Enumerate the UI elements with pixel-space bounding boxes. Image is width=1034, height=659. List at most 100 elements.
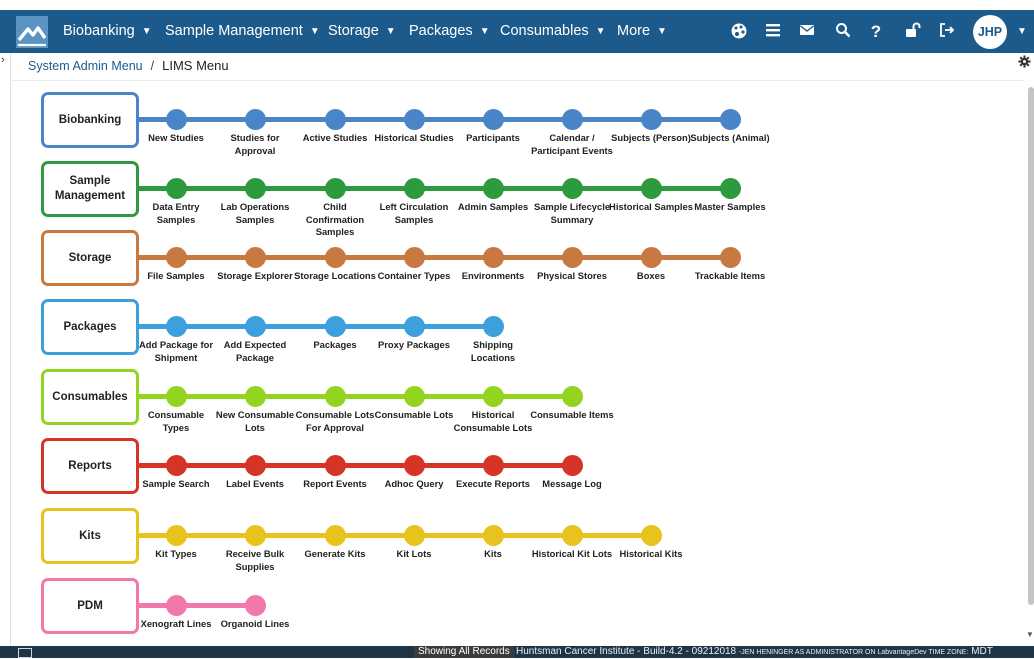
menu-node[interactable] (561, 455, 583, 476)
menu-item-label[interactable]: Label Events (213, 478, 297, 491)
nav-biobanking[interactable]: Biobanking ▼ (63, 10, 152, 53)
menu-node[interactable] (165, 595, 187, 616)
menu-node[interactable] (403, 316, 425, 337)
palette-icon[interactable] (729, 22, 749, 42)
hamburger-menu-icon[interactable] (763, 22, 783, 42)
menu-node[interactable] (561, 247, 583, 268)
menu-item-label[interactable]: Storage Explorer (213, 270, 297, 283)
category-packages[interactable]: Packages (41, 299, 139, 355)
menu-node[interactable] (324, 316, 346, 337)
menu-item-label[interactable]: Boxes (609, 270, 693, 283)
menu-node[interactable] (165, 386, 187, 407)
expand-sidebar-arrow-icon[interactable]: › (1, 54, 5, 66)
menu-node[interactable] (403, 525, 425, 546)
category-reports[interactable]: Reports (41, 438, 139, 494)
sign-out-icon[interactable] (937, 22, 957, 42)
menu-node[interactable] (482, 455, 504, 476)
menu-node[interactable] (482, 109, 504, 130)
menu-item-label[interactable]: Lab Operations Samples (213, 201, 297, 226)
nav-storage[interactable]: Storage ▼ (328, 10, 396, 53)
menu-item-label[interactable]: Active Studies (293, 132, 377, 145)
menu-node[interactable] (719, 109, 741, 130)
category-sample-management[interactable]: Sample Management (41, 161, 139, 217)
scroll-down-arrow-icon[interactable]: ▼ (1026, 630, 1034, 639)
menu-node[interactable] (324, 386, 346, 407)
menu-item-label[interactable]: Consumable Lots (372, 409, 456, 422)
menu-node[interactable] (403, 247, 425, 268)
menu-node[interactable] (561, 178, 583, 199)
nav-sample-management[interactable]: Sample Management ▼ (165, 10, 320, 53)
menu-item-label[interactable]: Historical Studies (372, 132, 456, 145)
menu-node[interactable] (482, 316, 504, 337)
menu-node[interactable] (640, 525, 662, 546)
menu-item-label[interactable]: Storage Locations (293, 270, 377, 283)
menu-node[interactable] (482, 386, 504, 407)
menu-item-label[interactable]: New Consumable Lots (213, 409, 297, 434)
menu-node[interactable] (165, 178, 187, 199)
menu-item-label[interactable]: Kit Lots (372, 548, 456, 561)
menu-node[interactable] (324, 247, 346, 268)
menu-item-label[interactable]: Historical Consumable Lots (451, 409, 535, 434)
menu-item-label[interactable]: Container Types (372, 270, 456, 283)
menu-item-label[interactable]: Adhoc Query (372, 478, 456, 491)
menu-node[interactable] (165, 247, 187, 268)
menu-item-label[interactable]: Add Expected Package (213, 339, 297, 364)
menu-item-label[interactable]: Execute Reports (451, 478, 535, 491)
menu-item-label[interactable]: Admin Samples (451, 201, 535, 214)
menu-item-label[interactable]: Master Samples (688, 201, 772, 214)
unlock-icon[interactable] (903, 22, 923, 42)
menu-node[interactable] (719, 247, 741, 268)
nav-more[interactable]: More ▼ (617, 10, 667, 53)
menu-node[interactable] (403, 455, 425, 476)
help-icon[interactable]: ? (866, 22, 886, 42)
menu-node[interactable] (244, 595, 266, 616)
breadcrumb-system-admin-menu[interactable]: System Admin Menu (28, 59, 143, 73)
menu-node[interactable] (719, 178, 741, 199)
menu-item-label[interactable]: Kit Types (134, 548, 218, 561)
menu-item-label[interactable]: Proxy Packages (372, 339, 456, 352)
menu-item-label[interactable]: Consumable Lots For Approval (293, 409, 377, 434)
menu-node[interactable] (165, 109, 187, 130)
menu-item-label[interactable]: Generate Kits (293, 548, 377, 561)
menu-node[interactable] (244, 109, 266, 130)
menu-node[interactable] (561, 109, 583, 130)
menu-item-label[interactable]: Consumable Types (134, 409, 218, 434)
monitor-icon[interactable] (18, 648, 32, 658)
menu-item-label[interactable]: Report Events (293, 478, 377, 491)
menu-node[interactable] (244, 178, 266, 199)
menu-node[interactable] (165, 455, 187, 476)
menu-node[interactable] (165, 525, 187, 546)
menu-item-label[interactable]: Calendar / Participant Events (530, 132, 614, 157)
menu-item-label[interactable]: Sample Search (134, 478, 218, 491)
menu-item-label[interactable]: Subjects (Person) (609, 132, 693, 145)
menu-node[interactable] (324, 525, 346, 546)
menu-node[interactable] (244, 455, 266, 476)
menu-node[interactable] (561, 386, 583, 407)
menu-item-label[interactable]: Receive Bulk Supplies (213, 548, 297, 573)
menu-item-label[interactable]: New Studies (134, 132, 218, 145)
menu-node[interactable] (640, 178, 662, 199)
menu-node[interactable] (244, 386, 266, 407)
menu-node[interactable] (165, 316, 187, 337)
menu-item-label[interactable]: Message Log (530, 478, 614, 491)
category-storage[interactable]: Storage (41, 230, 139, 286)
search-icon[interactable] (833, 22, 853, 42)
user-avatar[interactable]: JHP (973, 15, 1007, 49)
category-pdm[interactable]: PDM (41, 578, 139, 634)
menu-node[interactable] (482, 247, 504, 268)
menu-item-label[interactable]: Participants (451, 132, 535, 145)
menu-item-label[interactable]: Physical Stores (530, 270, 614, 283)
menu-node[interactable] (561, 525, 583, 546)
menu-item-label[interactable]: Kits (451, 548, 535, 561)
nav-packages[interactable]: Packages ▼ (409, 10, 490, 53)
menu-item-label[interactable]: Organoid Lines (213, 618, 297, 631)
menu-node[interactable] (482, 525, 504, 546)
menu-item-label[interactable]: Trackable Items (688, 270, 772, 283)
menu-node[interactable] (403, 178, 425, 199)
menu-item-label[interactable]: Packages (293, 339, 377, 352)
category-kits[interactable]: Kits (41, 508, 139, 564)
menu-item-label[interactable]: Historical Kit Lots (530, 548, 614, 561)
chevron-down-icon[interactable]: ▼ (1017, 10, 1027, 53)
scrollbar-thumb[interactable] (1028, 87, 1034, 605)
category-biobanking[interactable]: Biobanking (41, 92, 139, 148)
